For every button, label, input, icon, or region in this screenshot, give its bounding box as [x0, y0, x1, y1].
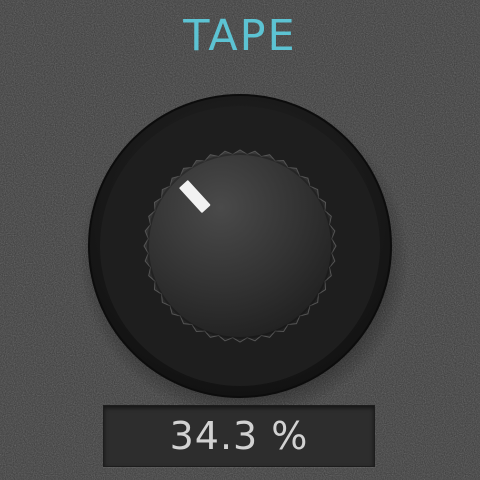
- tape-control-panel: TAPE 34.3 %: [0, 0, 480, 480]
- knob-cap: [143, 149, 337, 343]
- value-readout[interactable]: 34.3 %: [103, 405, 375, 467]
